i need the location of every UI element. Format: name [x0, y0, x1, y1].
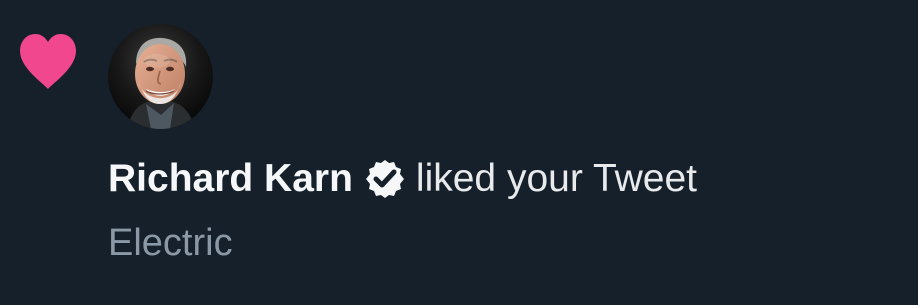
- notification-action-text: liked your Tweet: [415, 157, 697, 200]
- like-notification[interactable]: Richard Karn liked your Tweet Electric: [0, 0, 918, 305]
- notification-message: Richard Karn liked your Tweet: [108, 153, 697, 205]
- user-avatar[interactable]: [108, 24, 213, 129]
- user-name-link[interactable]: Richard Karn: [108, 153, 353, 205]
- tweet-preview-text[interactable]: Electric: [108, 219, 233, 267]
- heart-icon: [17, 31, 79, 91]
- verified-badge-icon: [365, 159, 405, 199]
